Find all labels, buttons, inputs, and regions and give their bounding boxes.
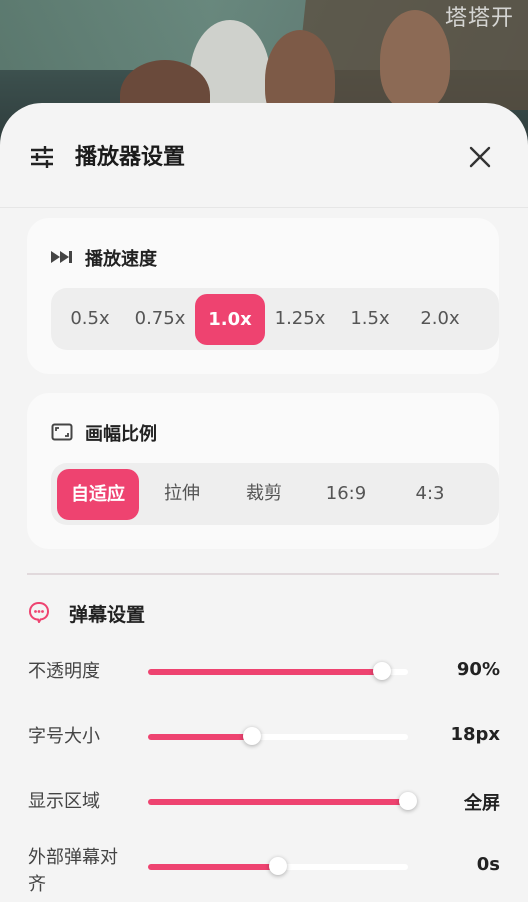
danmu-title: 弹幕设置: [69, 604, 146, 626]
aspect-card: 画幅比例 自适应 拉伸 裁剪 16:9 4:3: [27, 393, 499, 549]
speed-selector: 0.5x 0.75x 1.0x 1.25x 1.5x 2.0x: [51, 288, 499, 350]
speed-option[interactable]: 1.5x: [335, 288, 405, 350]
slider-thumb[interactable]: [269, 857, 287, 875]
speed-title: 播放速度: [85, 249, 157, 270]
slider-thumb[interactable]: [373, 662, 391, 680]
setting-label: 不透明度: [28, 661, 100, 682]
comment-bubble-icon: [28, 601, 50, 623]
speed-option[interactable]: 2.0x: [405, 288, 475, 350]
slider-fill: [148, 734, 252, 740]
setting-value: 全屏: [464, 793, 500, 814]
speed-card: 播放速度 0.5x 0.75x 1.0x 1.25x 1.5x 2.0x: [27, 218, 499, 374]
aspect-option[interactable]: 自适应: [57, 469, 139, 520]
slider-thumb[interactable]: [243, 727, 261, 745]
setting-label: 显示区域: [28, 791, 100, 812]
slider-thumb[interactable]: [399, 792, 417, 810]
setting-value: 18px: [450, 724, 500, 745]
sliders-icon: [31, 146, 53, 168]
speed-option[interactable]: 1.25x: [265, 288, 335, 350]
speed-option[interactable]: 0.5x: [55, 288, 125, 350]
setting-value: 90%: [456, 659, 500, 680]
aspect-title: 画幅比例: [85, 424, 157, 445]
slider-fill: [148, 669, 382, 675]
fast-forward-icon: [51, 251, 72, 263]
setting-value: 0s: [476, 854, 500, 875]
speed-option[interactable]: 1.0x: [195, 294, 265, 345]
setting-label: 外部弹幕对齐: [28, 847, 118, 895]
slider-track[interactable]: [148, 857, 408, 875]
page-title: 播放器设置: [75, 145, 186, 170]
aspect-selector: 自适应 拉伸 裁剪 16:9 4:3: [51, 463, 499, 525]
slider-track[interactable]: [148, 662, 408, 680]
watermark-text: 塔塔开: [444, 6, 514, 31]
section-divider: [27, 573, 499, 575]
slider-track[interactable]: [148, 727, 408, 745]
player-settings-sheet: 播放器设置 播放速度 0.5x 0.75x 1.0x 1.25x 1.5x 2.0x 画幅…: [0, 103, 528, 902]
sheet-header: 播放器设置: [0, 103, 528, 208]
close-icon[interactable]: [466, 143, 494, 171]
speed-option[interactable]: 0.75x: [125, 288, 195, 350]
slider-track[interactable]: [148, 792, 417, 810]
aspect-ratio-icon: [51, 423, 73, 441]
video-figure-3: [380, 10, 450, 110]
aspect-option[interactable]: 拉伸: [141, 463, 223, 525]
aspect-option[interactable]: 16:9: [305, 463, 387, 525]
slider-fill: [148, 799, 408, 805]
aspect-option[interactable]: 4:3: [389, 463, 471, 525]
setting-label: 字号大小: [28, 726, 100, 747]
slider-fill: [148, 864, 278, 870]
aspect-option[interactable]: 裁剪: [223, 463, 305, 525]
